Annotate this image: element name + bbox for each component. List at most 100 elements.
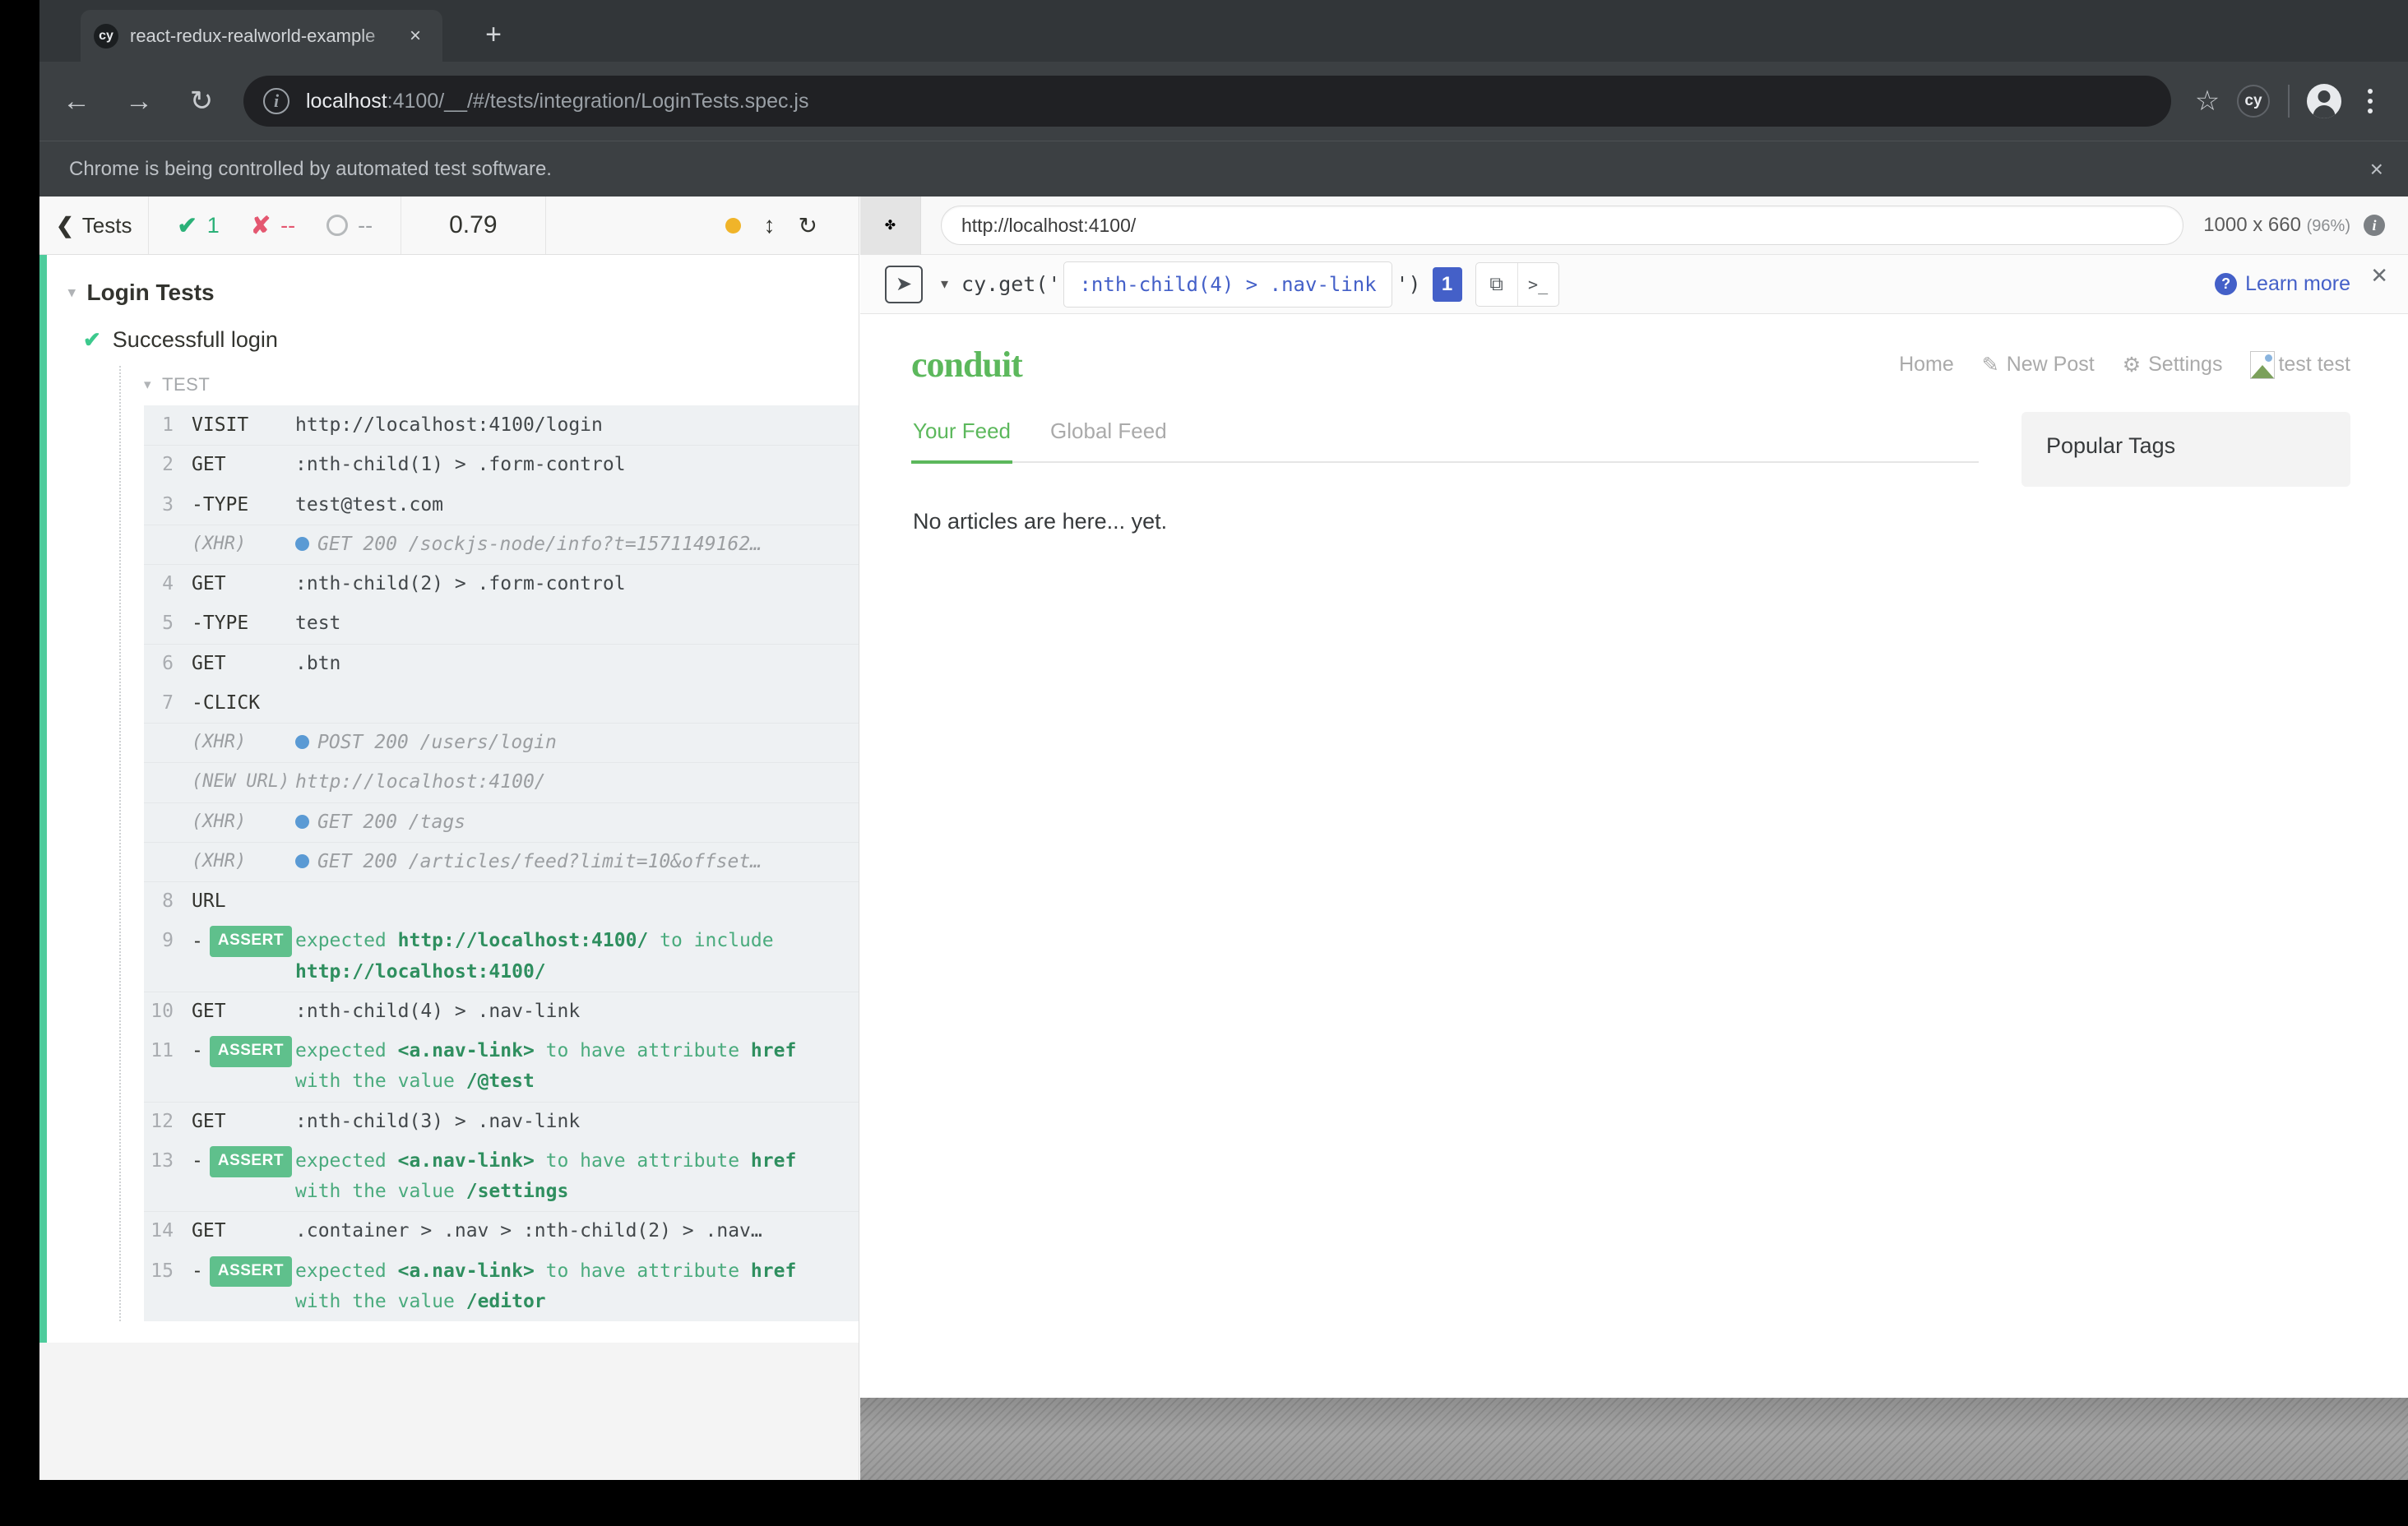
url-text: localhost:4100/__/#/tests/integration/Lo…: [306, 90, 809, 113]
aut-url-input[interactable]: http://localhost:4100/: [941, 206, 2184, 245]
nav-link-home[interactable]: Home: [1899, 353, 1954, 377]
command-type-label: (XHR): [192, 850, 247, 872]
command-name: GET: [192, 1000, 226, 1022]
feed-tab-your-feed[interactable]: Your Feed: [911, 412, 1013, 464]
stat-failed: ✘ --: [251, 211, 295, 240]
command-number: 8: [162, 890, 174, 912]
nav-link-settings[interactable]: ⚙ Settings: [2123, 353, 2223, 377]
url-path: :4100/__/#/tests/integration/LoginTests.…: [387, 89, 809, 113]
command-row[interactable]: 2 GET:nth-child(1) > .form-control: [144, 445, 859, 485]
reporter-body[interactable]: ▾ Login Tests ✔ Successfull login ▾ TEST…: [39, 255, 859, 1480]
command-row[interactable]: 13 - ASSERT expected <a.nav-link> to have a…: [144, 1140, 859, 1212]
command-message: test: [295, 613, 341, 635]
command-row[interactable]: 6 GET .btn: [144, 643, 859, 683]
command-row[interactable]: 9 - ASSERT expected http://localhost:4100/ …: [144, 921, 859, 992]
selector-picker-icon[interactable]: ➤: [885, 265, 923, 303]
browser-toolbar: ← → ↻ i localhost:4100/__/#/tests/integr…: [39, 62, 2408, 141]
reload-icon[interactable]: ↻: [176, 76, 227, 127]
command-number: 5: [162, 613, 174, 635]
command-row[interactable]: 15 - ASSERT expected <a.nav-link> to have a…: [144, 1251, 859, 1321]
close-playground-icon[interactable]: ✕: [2370, 263, 2388, 289]
command-message: GET 200 /sockjs-node/info?t=1571149162…: [295, 529, 859, 560]
test-title[interactable]: ✔ Successfull login: [47, 316, 859, 366]
print-to-console-icon[interactable]: >_: [1517, 262, 1558, 306]
command-name: GET: [192, 1220, 226, 1242]
compose-icon: ✎: [1981, 353, 1999, 377]
selector-input[interactable]: :nth-child(4) > .nav-link: [1063, 261, 1393, 308]
suite-name: Login Tests: [86, 280, 215, 305]
nav-link-new-post[interactable]: ✎ New Post: [1982, 353, 2095, 377]
site-info-icon[interactable]: i: [263, 88, 289, 114]
profile-avatar-icon[interactable]: [2301, 78, 2347, 124]
command-row[interactable]: (XHR) GET 200 /sockjs-node/info?t=1571149…: [144, 524, 859, 564]
command-number: 4: [162, 573, 174, 594]
command-message: expected <a.nav-link> to have attribute …: [295, 1040, 797, 1093]
back-to-tests-button[interactable]: ❮ Tests: [39, 197, 150, 254]
command-number: 1: [162, 414, 174, 436]
command-row[interactable]: (XHR) POST 200 /users/login: [144, 723, 859, 763]
feed-tab-global-feed[interactable]: Global Feed: [1049, 412, 1169, 461]
chevron-down-icon[interactable]: ▾: [144, 377, 151, 393]
assert-label: - ASSERT: [187, 1145, 295, 1177]
bookmark-star-icon[interactable]: ☆: [2184, 78, 2230, 124]
cypress-extension-icon[interactable]: cy: [2230, 78, 2276, 124]
browser-tab[interactable]: cy react-redux-realworld-example ×: [81, 10, 442, 62]
command-row[interactable]: 8 URL: [144, 881, 859, 922]
command-row[interactable]: 11 - ASSERT expected <a.nav-link> to have a…: [144, 1031, 859, 1102]
command-row[interactable]: (XHR) GET 200 /articles/feed?limit=10&off…: [144, 841, 859, 881]
command-row[interactable]: 1 VISIT http://localhost:4100/login: [144, 405, 859, 446]
address-bar[interactable]: i localhost:4100/__/#/tests/integration/…: [243, 76, 2171, 127]
command-number: 13: [150, 1149, 174, 1172]
assert-badge: ASSERT: [209, 926, 292, 958]
command-row[interactable]: 14 GET .container > .nav > :nth-child(2) >…: [144, 1211, 859, 1251]
viewport-scale: (96%): [2306, 217, 2350, 235]
restart-icon[interactable]: ↻: [799, 212, 817, 239]
close-tab-icon[interactable]: ×: [401, 22, 429, 50]
assert-label: - ASSERT: [187, 1255, 295, 1288]
command-row[interactable]: 3 -TYPE test@test.com: [144, 484, 859, 525]
command-message: expected http://localhost:4100/ to inclu…: [295, 930, 774, 983]
assert-label: - ASSERT: [187, 1036, 295, 1067]
viewport-info-icon[interactable]: i: [2364, 215, 2385, 236]
gear-icon: ⚙: [2122, 353, 2142, 377]
command-number: 15: [150, 1260, 174, 1282]
command-row[interactable]: 5 -TYPE test: [144, 603, 859, 644]
runnable-block: ▾ Login Tests ✔ Successfull login ▾ TEST…: [39, 255, 859, 1343]
automation-infobar: Chrome is being controlled by automated …: [39, 141, 2408, 197]
brand-logo[interactable]: conduit: [911, 344, 1023, 386]
help-icon: ?: [2215, 273, 2238, 295]
command-number: 3: [162, 493, 174, 516]
infobar-close-icon[interactable]: ×: [2370, 156, 2383, 183]
command-row[interactable]: 7 -CLICK: [144, 682, 859, 723]
command-name: GET: [192, 454, 226, 476]
command-row[interactable]: 12 GET:nth-child(3) > .nav-link: [144, 1101, 859, 1141]
auto-scroll-dot-icon[interactable]: [725, 217, 741, 234]
forward-icon[interactable]: →: [113, 76, 164, 127]
command-name: -CLICK: [192, 691, 261, 714]
chevron-down-icon[interactable]: ▾: [68, 284, 76, 301]
copy-selector-icon[interactable]: ⧉: [1476, 263, 1517, 306]
learn-more-link[interactable]: ? Learn more: [2215, 272, 2350, 296]
duration-segment: 0.79: [401, 197, 546, 254]
automation-infobar-text: Chrome is being controlled by automated …: [69, 157, 552, 180]
chrome-menu-icon[interactable]: [2347, 78, 2393, 124]
chevron-down-icon[interactable]: ▾: [941, 275, 948, 293]
command-row[interactable]: (NEW URL) http://localhost:4100/: [144, 762, 859, 802]
sidebar-column: Popular Tags: [2021, 412, 2350, 580]
xhr-status-dot-icon: [295, 853, 309, 868]
command-row[interactable]: 4 GET:nth-child(2) > .form-control: [144, 564, 859, 604]
move-handle-icon[interactable]: ✤: [860, 197, 921, 255]
command-message: expected <a.nav-link> to have attribute …: [295, 1149, 797, 1202]
command-number: 12: [150, 1110, 174, 1132]
auto-scroll-icon[interactable]: ↕: [764, 212, 776, 238]
command-row[interactable]: (XHR) GET 200 /tags: [144, 802, 859, 842]
suite-title[interactable]: ▾ Login Tests: [47, 270, 859, 316]
back-icon[interactable]: ←: [51, 76, 102, 127]
nav-link-test-test[interactable]: test test: [2250, 350, 2350, 379]
hook-label[interactable]: ▾ TEST: [144, 366, 859, 405]
empty-feed-message: No articles are here... yet.: [913, 509, 1168, 534]
chevron-left-icon: ❮: [56, 212, 74, 238]
new-tab-button[interactable]: +: [475, 18, 512, 54]
command-type-label: (XHR): [192, 811, 247, 832]
command-row[interactable]: 10 GET:nth-child(4) > .nav-link: [144, 991, 859, 1031]
